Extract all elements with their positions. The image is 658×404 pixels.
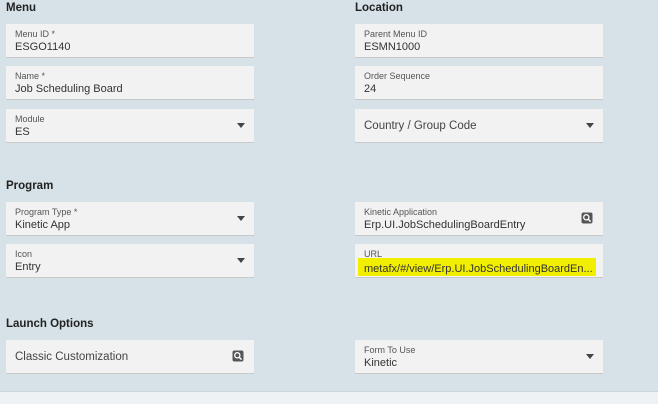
- module-value: ES: [15, 126, 30, 138]
- form-to-use-label: Form To Use: [364, 345, 416, 355]
- order-sequence-value: 24: [364, 83, 377, 95]
- program-type-label: Program Type *: [15, 207, 78, 217]
- bottom-bar: [0, 391, 658, 404]
- search-lookup-icon[interactable]: [232, 350, 244, 362]
- icon-label: Icon: [15, 249, 33, 259]
- form-to-use-value: Kinetic: [364, 357, 398, 369]
- chevron-down-icon[interactable]: [237, 123, 245, 128]
- name-label: Name *: [15, 71, 46, 81]
- form-to-use-dropdown[interactable]: Form To Use Kinetic: [355, 340, 603, 374]
- classic-customization-field[interactable]: Classic Customization: [6, 340, 254, 374]
- url-field[interactable]: URL metafx/#/view/Erp.UI.JobSchedulingBo…: [355, 244, 603, 278]
- module-dropdown[interactable]: Module ES: [6, 109, 254, 143]
- order-sequence-field[interactable]: Order Sequence 24: [355, 66, 603, 100]
- chevron-down-icon[interactable]: [586, 354, 594, 359]
- kinetic-application-value: Erp.UI.JobSchedulingBoardEntry: [364, 219, 526, 231]
- module-label: Module: [15, 114, 45, 124]
- order-sequence-label: Order Sequence: [364, 71, 431, 81]
- chevron-down-icon[interactable]: [586, 123, 594, 128]
- country-group-code-placeholder: Country / Group Code: [364, 119, 477, 132]
- chevron-down-icon[interactable]: [237, 216, 245, 221]
- name-value: Job Scheduling Board: [15, 83, 123, 95]
- url-value: metafx/#/view/Erp.UI.JobSchedulingBoardE…: [364, 263, 593, 275]
- search-lookup-icon[interactable]: [581, 212, 593, 224]
- classic-customization-placeholder: Classic Customization: [15, 350, 129, 363]
- country-group-code-dropdown[interactable]: Country / Group Code: [355, 109, 603, 143]
- program-type-dropdown[interactable]: Program Type * Kinetic App: [6, 202, 254, 236]
- menu-id-value: ESGO1140: [15, 41, 71, 53]
- icon-value: Entry: [15, 261, 41, 273]
- icon-dropdown[interactable]: Icon Entry: [6, 244, 254, 278]
- kinetic-application-field[interactable]: Kinetic Application Erp.UI.JobScheduling…: [355, 202, 603, 236]
- section-launch-options-title: Launch Options: [6, 318, 94, 330]
- section-location-title: Location: [355, 2, 403, 14]
- parent-menu-id-label: Parent Menu ID: [364, 29, 428, 39]
- menu-id-label: Menu ID *: [15, 29, 56, 39]
- kinetic-application-label: Kinetic Application: [364, 207, 438, 217]
- parent-menu-id-value: ESMN1000: [364, 41, 421, 53]
- menu-id-field[interactable]: Menu ID * ESGO1140: [6, 24, 254, 58]
- chevron-down-icon[interactable]: [237, 258, 245, 263]
- parent-menu-id-field[interactable]: Parent Menu ID ESMN1000: [355, 24, 603, 58]
- program-type-value: Kinetic App: [15, 219, 71, 231]
- section-program-title: Program: [6, 180, 54, 192]
- name-field[interactable]: Name * Job Scheduling Board: [6, 66, 254, 100]
- menu-maintenance-form: Menu Location Program Launch Options Men…: [0, 0, 658, 404]
- section-menu-title: Menu: [6, 2, 37, 14]
